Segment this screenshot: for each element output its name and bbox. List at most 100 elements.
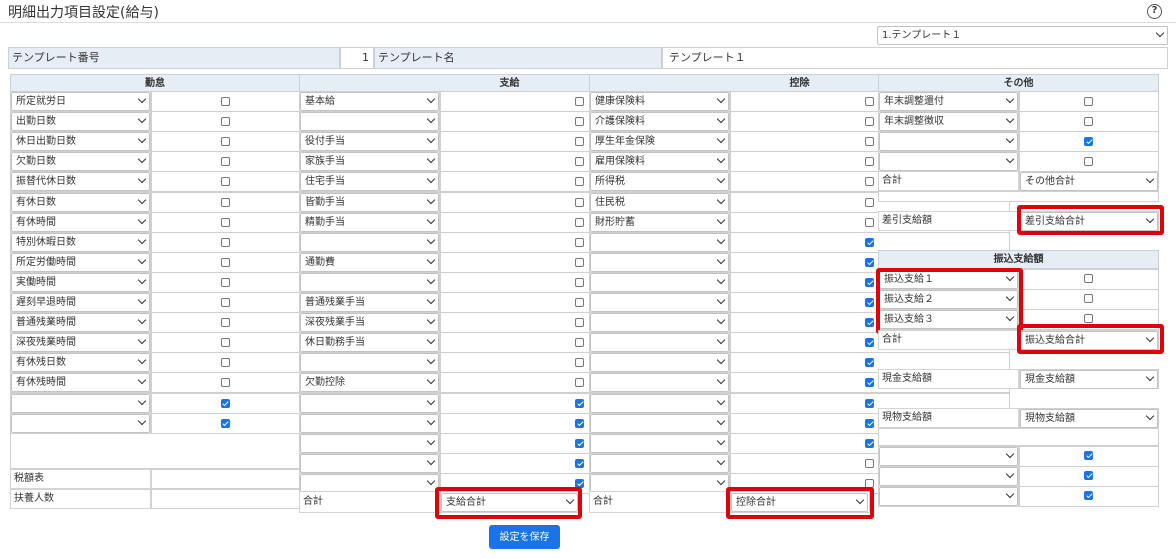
kojo-output-checkbox[interactable] [865,438,874,448]
shikyu-item-select[interactable] [300,393,439,413]
kintai-output-checkbox[interactable] [220,318,230,328]
shikyu-output-checkbox[interactable] [575,257,584,267]
shikyu-item-select[interactable]: 欠勤控除 [300,373,439,393]
kojo-item-select[interactable]: 所得税 [590,172,729,192]
kintai-item-select[interactable]: 欠勤日数 [11,152,150,172]
shikyu-output-checkbox[interactable] [575,217,584,227]
kintai-item-select[interactable]: 有休残日数 [11,353,150,373]
shikyu-item-select[interactable]: 休日勤務手当 [300,333,439,353]
shikyu-item-select[interactable] [300,433,439,453]
sonota-extra-checkbox[interactable] [1084,491,1093,500]
shikyu-output-checkbox[interactable] [575,137,584,147]
sonota-item-select[interactable] [879,132,1018,152]
kojo-item-select[interactable]: 財形貯蓄 [590,212,729,232]
shikyu-item-select[interactable] [300,413,439,433]
shikyu-item-select[interactable] [300,232,439,252]
kintai-output-checkbox[interactable] [220,217,230,227]
kojo-item-select[interactable] [590,373,729,393]
kintai-output-checkbox[interactable] [220,418,230,428]
sonota-extra-select[interactable] [879,447,1018,466]
kintai-output-checkbox[interactable] [220,197,230,207]
kojo-output-checkbox[interactable] [865,157,874,167]
kintai-output-checkbox[interactable] [220,97,230,107]
shikyu-item-select[interactable]: 皆勤手当 [300,192,439,212]
kintai-item-select[interactable]: 普通残業時間 [11,313,150,333]
shikyu-item-select[interactable]: 普通残業手当 [300,293,439,312]
kintai-item-select[interactable]: 振替代休日数 [11,172,150,192]
kojo-output-checkbox[interactable] [865,338,874,348]
shikyu-output-checkbox[interactable] [575,438,584,448]
shikyu-item-select[interactable]: 家族手当 [300,152,439,172]
kojo-output-checkbox[interactable] [865,257,874,267]
kojo-output-checkbox[interactable] [865,398,874,408]
kintai-item-select[interactable]: 特別休暇日数 [11,232,150,252]
sonota-extra-checkbox[interactable] [1084,471,1093,480]
kojo-output-checkbox[interactable] [865,277,874,287]
template-name-input[interactable]: テンプレート１ [662,47,1168,69]
kojo-output-checkbox[interactable] [865,358,874,368]
kintai-item-select[interactable]: 有休残時間 [11,373,150,393]
kojo-item-select[interactable]: 健康保険料 [590,92,729,111]
save-button[interactable]: 設定を保存 [489,525,560,549]
sonota-output-checkbox[interactable] [1084,117,1093,127]
kintai-output-checkbox[interactable] [220,398,230,408]
kojo-output-checkbox[interactable] [865,298,874,308]
sonota-output-checkbox[interactable] [1084,137,1093,147]
kojo-item-select[interactable]: 雇用保険料 [590,152,729,172]
kintai-item-select[interactable]: 出勤日数 [11,112,150,132]
sonota-item-select[interactable]: 年末調整徴収 [879,112,1018,132]
kojo-item-select[interactable] [590,413,729,433]
shikyu-item-select[interactable]: 住宅手当 [300,172,439,192]
genkin-select[interactable]: 現金支給額 [1020,370,1158,389]
shikyu-output-checkbox[interactable] [575,358,584,368]
genbutsu-select[interactable]: 現物支給額 [1020,409,1158,428]
kojo-output-checkbox[interactable] [865,378,874,388]
kintai-output-checkbox[interactable] [220,137,230,147]
kojo-item-select[interactable] [590,313,729,333]
kojo-output-checkbox[interactable] [865,117,874,127]
kintai-item-select[interactable]: 遅刻早退時間 [11,293,150,312]
kintai-output-checkbox[interactable] [220,358,230,368]
shikyu-item-select[interactable]: 基本給 [300,92,439,111]
kojo-item-select[interactable]: 住民税 [590,192,729,212]
kojo-output-checkbox[interactable] [865,458,874,468]
shikyu-item-select[interactable] [300,453,439,473]
furikomi-checkbox[interactable] [1084,294,1093,303]
kojo-item-select[interactable] [590,272,729,292]
shikyu-output-checkbox[interactable] [575,177,584,187]
shikyu-output-checkbox[interactable] [575,338,584,348]
kojo-output-checkbox[interactable] [865,217,874,227]
furikomi-checkbox[interactable] [1084,274,1093,283]
shikyu-output-checkbox[interactable] [575,398,584,408]
kojo-item-select[interactable] [590,433,729,453]
sonota-total-select[interactable]: その他合計 [1020,172,1158,192]
shikyu-item-select[interactable]: 深夜残業手当 [300,313,439,333]
template-select[interactable]: 1.テンプレート１ [877,26,1168,45]
sonota-output-checkbox[interactable] [1084,157,1093,167]
kintai-output-checkbox[interactable] [220,277,230,287]
shikyu-item-select[interactable] [300,272,439,292]
kojo-item-select[interactable] [590,232,729,252]
shikyu-item-select[interactable] [300,353,439,373]
kintai-item-select[interactable]: 有休時間 [11,212,150,232]
kintai-output-checkbox[interactable] [220,257,230,267]
furikomi-checkbox[interactable] [1084,314,1093,323]
kintai-output-checkbox[interactable] [220,378,230,388]
sonota-extra-select[interactable] [879,467,1018,486]
kojo-item-select[interactable]: 厚生年金保険 [590,132,729,152]
kintai-item-select[interactable]: 深夜残業時間 [11,333,150,353]
kintai-item-select[interactable]: 所定就労日 [11,92,150,111]
kojo-output-checkbox[interactable] [865,177,874,187]
sonota-output-checkbox[interactable] [1084,97,1093,107]
kojo-output-checkbox[interactable] [865,137,874,147]
shikyu-output-checkbox[interactable] [575,157,584,167]
kojo-item-select[interactable] [590,393,729,413]
kojo-item-select[interactable] [590,293,729,312]
shikyu-output-checkbox[interactable] [575,237,584,247]
kojo-item-select[interactable] [590,453,729,473]
kintai-output-checkbox[interactable] [220,338,230,348]
kojo-item-select[interactable] [590,353,729,373]
shikyu-output-checkbox[interactable] [575,418,584,428]
shikyu-output-checkbox[interactable] [575,318,584,328]
shikyu-output-checkbox[interactable] [575,378,584,388]
